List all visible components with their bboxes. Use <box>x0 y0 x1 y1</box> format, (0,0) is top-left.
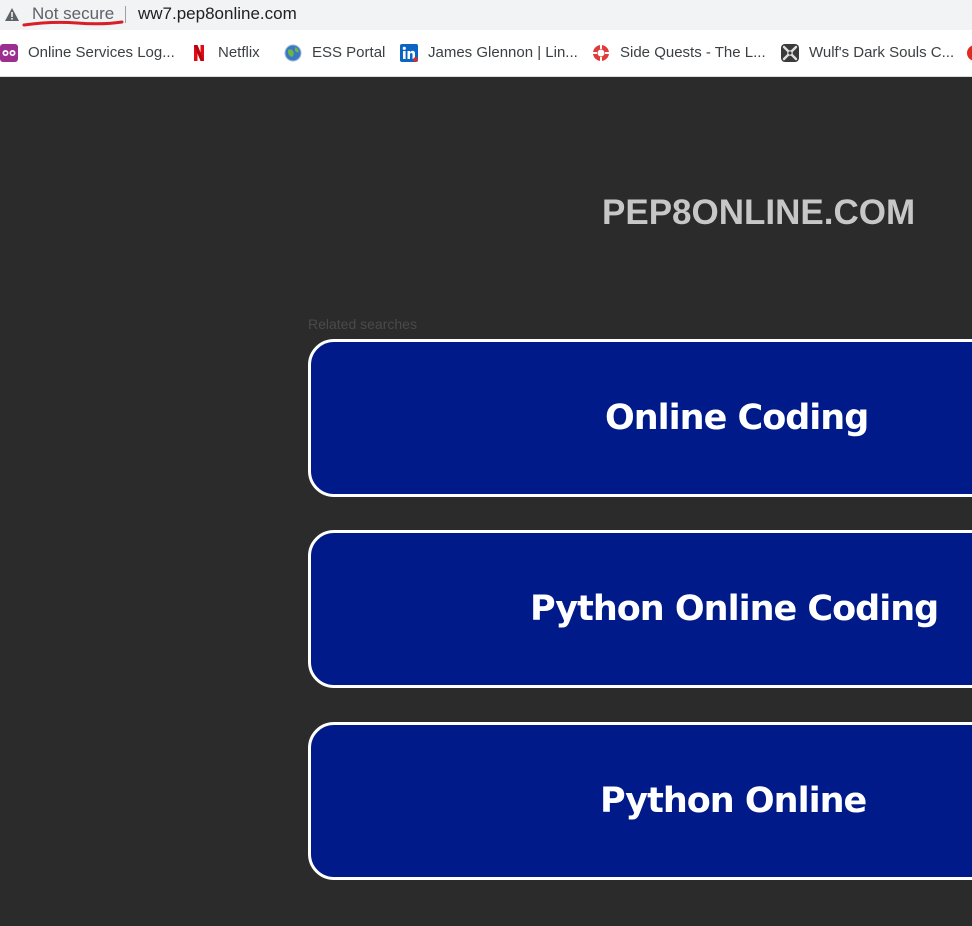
address-separator <box>125 6 126 23</box>
bookmark-wulfs-dark-souls[interactable]: Wulf's Dark Souls C... <box>781 42 954 64</box>
site-title: PEP8ONLINE.COM <box>602 193 916 232</box>
warning-icon[interactable] <box>4 7 20 22</box>
related-search-label: Python Online <box>600 781 867 821</box>
related-search-label: Online Coding <box>605 398 869 438</box>
bookmark-label: Netflix <box>218 44 260 61</box>
bookmark-label: Side Quests - The L... <box>620 44 766 61</box>
bookmark-label: Online Services Log... <box>28 44 175 61</box>
red-underline-annotation <box>22 20 124 27</box>
parked-page: PEP8ONLINE.COM Related searches Online C… <box>0 77 972 926</box>
related-searches-label: Related searches <box>308 316 417 332</box>
bookmark-label: Wulf's Dark Souls C... <box>809 44 955 61</box>
bookmark-label: James Glennon | Lin... <box>428 44 578 61</box>
url-text[interactable]: ww7.pep8online.com <box>138 4 297 24</box>
bookmark-ess-portal[interactable]: ESS Portal <box>284 42 385 64</box>
owl-icon <box>0 44 18 62</box>
related-search-python-online-coding[interactable]: Python Online Coding <box>308 530 972 688</box>
bookmark-netflix[interactable]: Netflix <box>190 42 260 64</box>
globe-icon <box>284 44 302 62</box>
bookmark-overflow[interactable] <box>966 42 972 64</box>
lifebuoy-icon <box>593 45 609 61</box>
bookmark-side-quests[interactable]: Side Quests - The L... <box>592 42 766 64</box>
related-search-label: Python Online Coding <box>530 589 939 629</box>
related-search-python-online[interactable]: Python Online <box>308 722 972 880</box>
partial-bookmark-icon <box>967 45 972 61</box>
bookmark-linkedin[interactable]: James Glennon | Lin... <box>400 42 578 64</box>
bookmark-label: ESS Portal <box>312 44 386 61</box>
crossed-swords-icon <box>781 44 799 62</box>
address-bar[interactable]: Not secure ww7.pep8online.com <box>0 0 972 30</box>
bookmark-online-services[interactable]: Online Services Log... <box>0 42 175 64</box>
bookmarks-bar: Online Services Log... Netflix ESS Porta… <box>0 30 972 77</box>
netflix-icon <box>194 45 204 61</box>
related-search-online-coding[interactable]: Online Coding <box>308 339 972 497</box>
linkedin-icon <box>400 44 418 62</box>
